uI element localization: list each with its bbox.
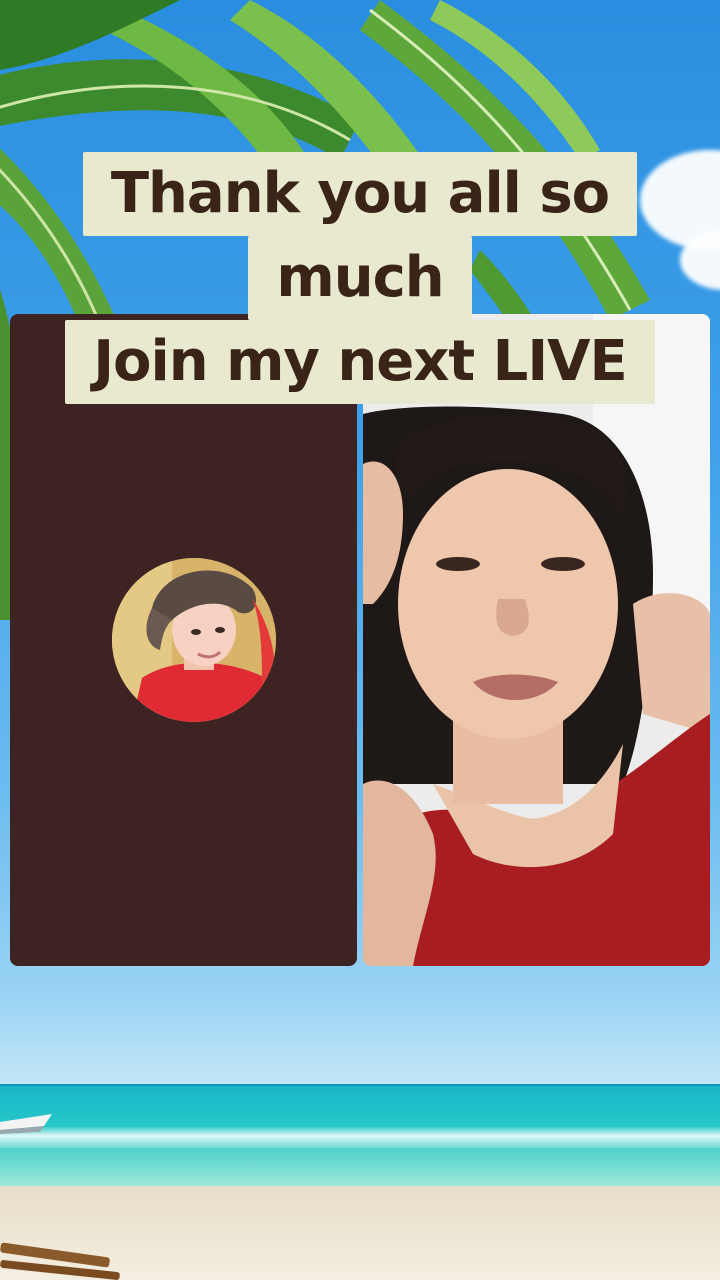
user-avatar[interactable] xyxy=(112,558,276,722)
call-panel-left[interactable] xyxy=(10,314,357,966)
caption-overlay: Thank you all so much Join my next LIVE xyxy=(0,152,720,404)
boat-icon xyxy=(0,1114,52,1134)
avatar-portrait-icon xyxy=(112,558,276,722)
caption-row: Join my next LIVE xyxy=(0,320,720,404)
call-panel-right[interactable] xyxy=(363,314,710,966)
caption-line-3: Join my next LIVE xyxy=(65,320,655,404)
caption-row: much xyxy=(0,236,720,320)
live-video-feed-image xyxy=(363,314,710,966)
caption-row: Thank you all so xyxy=(0,152,720,236)
caption-line-1: Thank you all so xyxy=(82,152,638,236)
deckchair-icon xyxy=(0,1242,120,1280)
wave-foam xyxy=(0,1126,720,1148)
caption-line-2: much xyxy=(248,236,472,320)
